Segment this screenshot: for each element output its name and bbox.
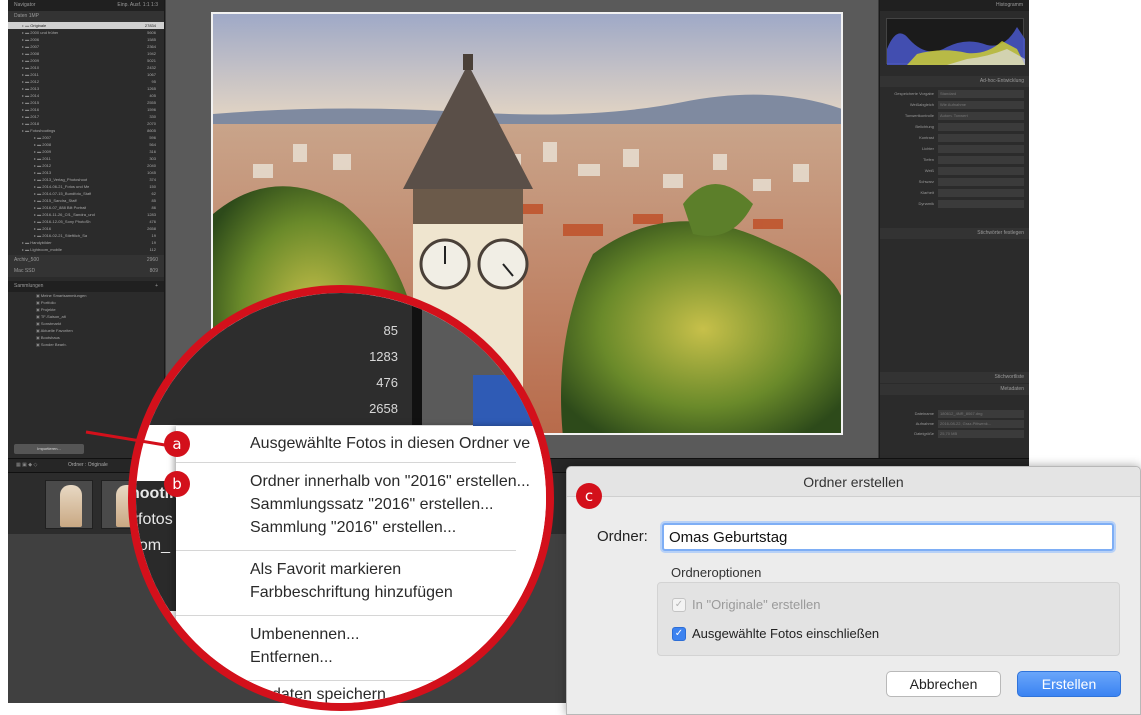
checkbox-include-selected[interactable]: ✓ bbox=[672, 626, 686, 641]
callout-line bbox=[85, 430, 166, 447]
option-create-in-originals: ✓ In "Originale" erstellen bbox=[672, 597, 820, 612]
dialog-title: Ordner erstellen bbox=[567, 467, 1140, 497]
create-button[interactable]: Erstellen bbox=[1017, 671, 1121, 697]
option-create-in-originals-label: In "Originale" erstellen bbox=[692, 597, 821, 612]
option-include-selected[interactable]: ✓ Ausgewählte Fotos einschließen bbox=[672, 626, 879, 641]
folder-name-input[interactable] bbox=[662, 523, 1114, 551]
screenshot-stage: Navigator Einp. Ausf. 1:1 1:3 Daten 1MP … bbox=[0, 0, 1141, 715]
checkbox-create-in-originals: ✓ bbox=[672, 597, 686, 612]
folder-label: Ordner: bbox=[597, 528, 648, 545]
create-folder-dialog: Ordner erstellen Ordner: Ordneroptionen … bbox=[566, 466, 1141, 715]
marker-a: a bbox=[164, 431, 190, 457]
option-include-selected-label: Ausgewählte Fotos einschließen bbox=[692, 626, 880, 641]
folder-options-label: Ordneroptionen bbox=[671, 565, 762, 580]
marker-b: b bbox=[164, 471, 190, 497]
cancel-button[interactable]: Abbrechen bbox=[886, 671, 1001, 697]
marker-c: c bbox=[576, 483, 602, 509]
folder-options-box: ✓ In "Originale" erstellen ✓ Ausgewählte… bbox=[657, 582, 1120, 656]
